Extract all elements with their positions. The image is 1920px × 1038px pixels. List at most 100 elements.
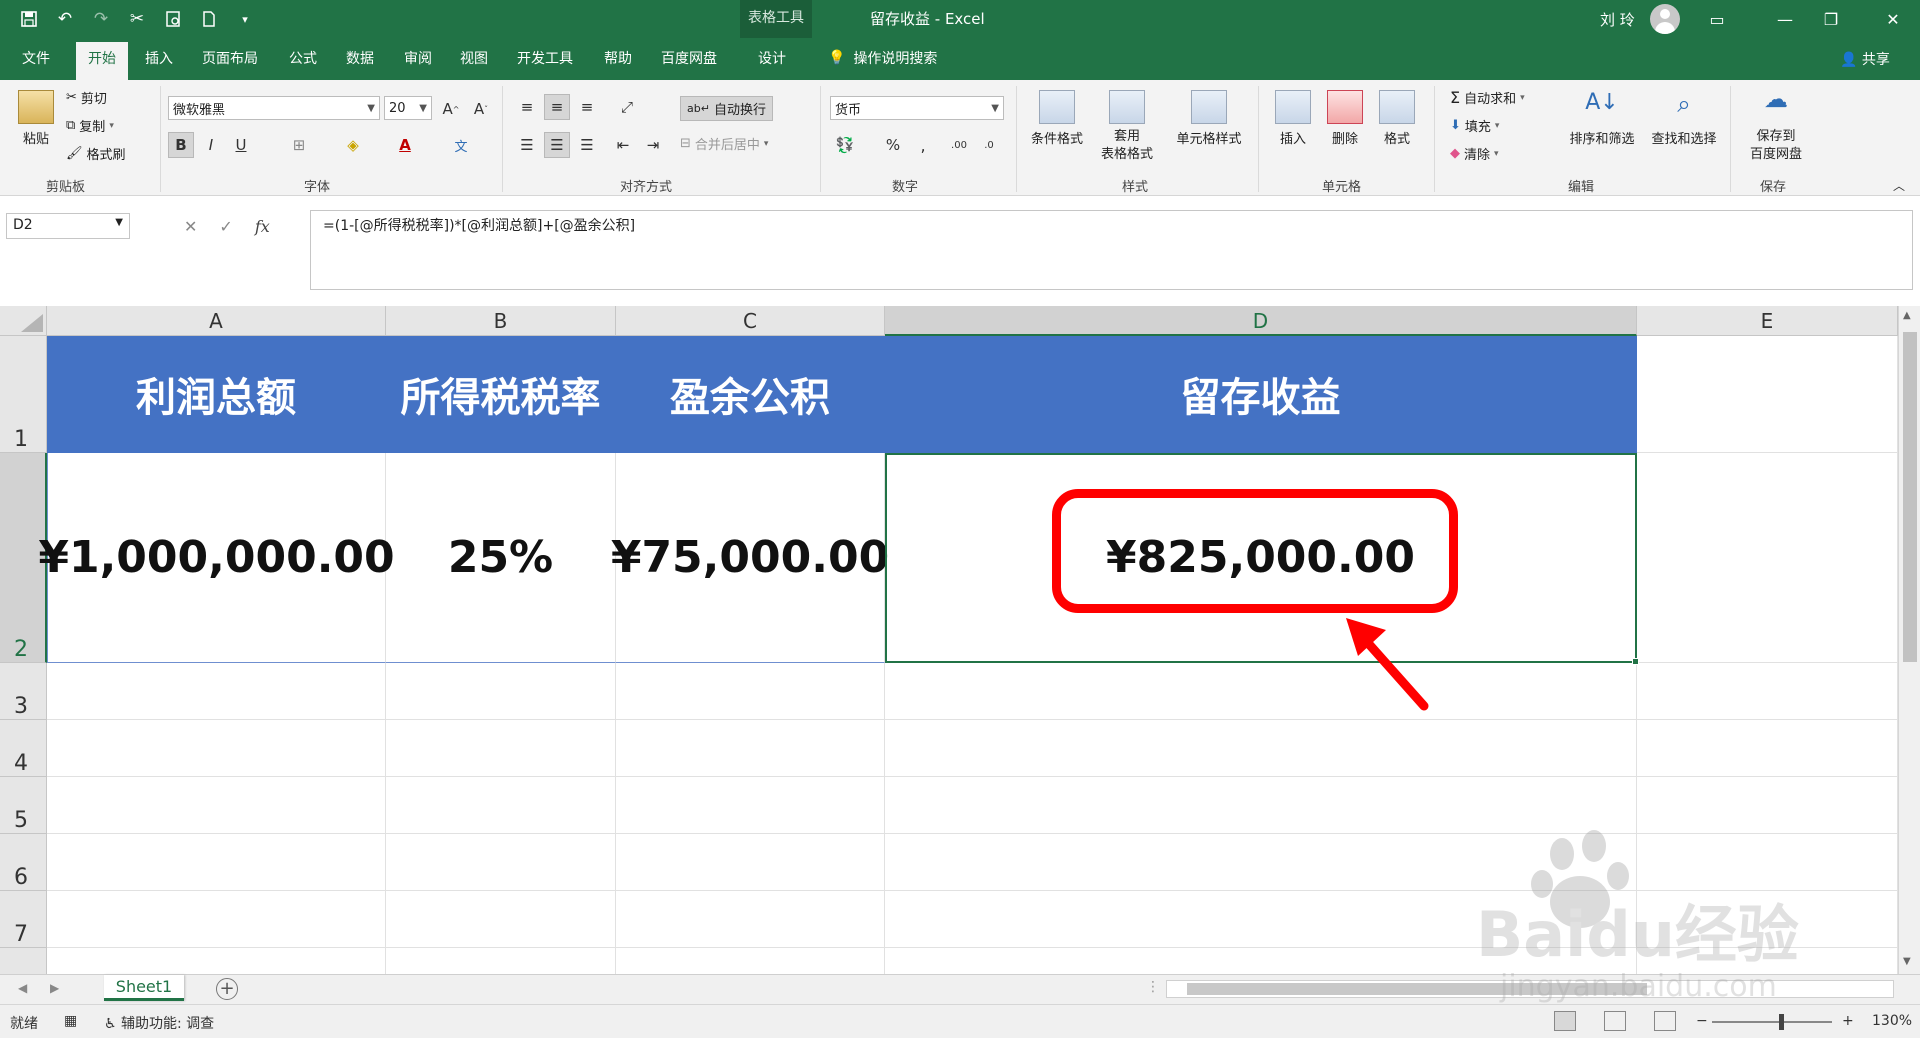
fill-button[interactable]: ⬇ 填充 ▾ <box>1450 116 1499 135</box>
format-cells-button[interactable]: 格式 <box>1374 90 1420 147</box>
phonetic-icon[interactable]: 文 <box>448 132 474 158</box>
align-middle-icon[interactable]: ≡ <box>544 94 570 120</box>
minimize-icon[interactable]: — <box>1762 0 1808 38</box>
cell-c1[interactable]: 盈余公积 <box>616 336 885 453</box>
user-name[interactable]: 刘 玲 <box>1600 9 1635 30</box>
comma-style-icon[interactable]: , <box>910 132 936 158</box>
align-bottom-icon[interactable]: ≡ <box>574 94 600 120</box>
zoom-out-icon[interactable]: − <box>1696 1013 1708 1029</box>
orientation-icon[interactable]: ⤢ <box>614 94 640 120</box>
share-button[interactable]: 👤 共享 <box>1840 49 1890 69</box>
cell-a2[interactable]: ¥1,000,000.00 <box>38 453 395 663</box>
sort-filter-button[interactable]: A↓ 排序和筛选 <box>1562 90 1642 147</box>
insert-function-icon[interactable]: fx <box>255 217 270 236</box>
zoom-slider[interactable] <box>1712 1021 1832 1023</box>
vertical-scrollbar[interactable]: ▲ ▼ <box>1898 306 1920 974</box>
restore-icon[interactable]: ❐ <box>1808 0 1854 38</box>
fill-handle[interactable] <box>1632 658 1639 665</box>
decrease-font-icon[interactable]: Aˇ <box>468 96 494 122</box>
decrease-decimal-icon[interactable]: .0 <box>976 132 1002 158</box>
zoom-in-icon[interactable]: + <box>1842 1013 1854 1029</box>
enter-icon[interactable]: ✓ <box>219 217 232 236</box>
font-color-icon[interactable]: A <box>392 132 418 158</box>
tab-baidu-netdisk[interactable]: 百度网盘 <box>661 48 717 68</box>
macro-record-icon[interactable]: ▦ <box>64 1013 77 1029</box>
wrap-text-button[interactable]: ab↵ 自动换行 <box>680 96 773 121</box>
clear-button[interactable]: ◆ 清除 ▾ <box>1450 144 1499 163</box>
find-select-button[interactable]: ⌕ 查找和选择 <box>1642 90 1726 147</box>
cut-button[interactable]: ✂ 剪切 <box>66 88 107 107</box>
row-header-3[interactable]: 3 <box>0 663 47 720</box>
row-header-6[interactable]: 6 <box>0 834 47 891</box>
cell-b2[interactable]: 25% <box>386 453 616 663</box>
font-name-combo[interactable]: 微软雅黑 ▼ <box>168 96 380 120</box>
cell-c2[interactable]: ¥75,000.00 <box>611 453 889 663</box>
cell-e2[interactable] <box>1637 453 1898 663</box>
page-layout-view-icon[interactable] <box>1604 1011 1626 1031</box>
cell-e1[interactable] <box>1637 336 1898 453</box>
select-all-corner[interactable] <box>0 306 47 336</box>
row-header-8[interactable] <box>0 948 47 974</box>
sheet-tab-sheet1[interactable]: Sheet1 <box>104 975 184 1001</box>
tab-developer[interactable]: 开发工具 <box>517 48 573 68</box>
italic-icon[interactable]: I <box>198 132 224 158</box>
increase-indent-icon[interactable]: ⇥ <box>640 132 666 158</box>
undo-icon[interactable]: ↶ <box>50 6 80 32</box>
percent-style-icon[interactable]: % <box>880 132 906 158</box>
redo-icon[interactable]: ↷ <box>86 6 116 32</box>
user-avatar[interactable] <box>1650 4 1680 34</box>
sheet-prev-icon[interactable]: ◀ <box>18 981 27 995</box>
cancel-icon[interactable]: ✕ <box>184 217 197 236</box>
delete-cells-button[interactable]: 删除 <box>1322 90 1368 147</box>
tab-home[interactable]: 开始 <box>76 42 128 80</box>
bold-icon[interactable]: B <box>168 132 194 158</box>
align-left-icon[interactable]: ☰ <box>514 132 540 158</box>
format-as-table-button[interactable]: 套用 表格格式 <box>1090 90 1164 164</box>
align-right-icon[interactable]: ☰ <box>574 132 600 158</box>
zoom-slider-knob[interactable] <box>1779 1014 1784 1030</box>
sheet-next-icon[interactable]: ▶ <box>50 981 59 995</box>
tab-data[interactable]: 数据 <box>346 48 374 68</box>
customize-qat-icon[interactable]: ▾ <box>230 6 260 32</box>
borders-icon[interactable]: ⊞ <box>286 132 312 158</box>
copy-button[interactable]: ⧉ 复制 ▾ <box>66 116 114 135</box>
insert-cells-button[interactable]: 插入 <box>1270 90 1316 147</box>
autosum-button[interactable]: Σ 自动求和 ▾ <box>1450 88 1525 107</box>
paste-button[interactable]: 粘贴 <box>14 90 58 147</box>
format-painter-button[interactable]: 🖌 格式刷 <box>66 144 126 163</box>
ribbon-display-options-icon[interactable]: ▭ <box>1694 0 1740 38</box>
tell-me-search[interactable]: 💡 操作说明搜索 <box>828 48 937 68</box>
page-break-view-icon[interactable] <box>1654 1011 1676 1031</box>
column-header-c[interactable]: C <box>616 306 885 336</box>
row-header-4[interactable]: 4 <box>0 720 47 777</box>
tab-view[interactable]: 视图 <box>460 48 488 68</box>
tab-help[interactable]: 帮助 <box>604 48 632 68</box>
increase-font-icon[interactable]: A ^ <box>438 96 464 122</box>
save-to-baidu-button[interactable]: ☁ 保存到 百度网盘 <box>1740 87 1812 164</box>
name-box[interactable]: D2 ▼ <box>6 213 130 239</box>
formula-input[interactable]: =(1-[@所得税税率])*[@利润总额]+[@盈余公积] <box>310 210 1913 290</box>
cell-a1[interactable]: 利润总额 <box>47 336 386 453</box>
column-header-d[interactable]: D <box>885 306 1637 336</box>
conditional-formatting-button[interactable]: 条件格式 <box>1024 90 1090 147</box>
font-size-combo[interactable]: 20 ▼ <box>384 96 432 120</box>
split-handle-icon[interactable]: ⋮ <box>1146 979 1160 995</box>
align-top-icon[interactable]: ≡ <box>514 94 540 120</box>
align-center-icon[interactable]: ☰ <box>544 132 570 158</box>
print-preview-icon[interactable] <box>158 6 188 32</box>
tab-page-layout[interactable]: 页面布局 <box>202 48 258 68</box>
accounting-format-icon[interactable]: 💱 <box>832 132 858 158</box>
cell-d1[interactable]: 留存收益 <box>885 336 1637 453</box>
column-header-a[interactable]: A <box>47 306 386 336</box>
accessibility-status[interactable]: ♿ 辅助功能: 调查 <box>104 1013 214 1033</box>
normal-view-icon[interactable] <box>1554 1011 1576 1031</box>
fill-color-icon[interactable]: ◈ <box>340 132 366 158</box>
merge-center-button[interactable]: ⊟ 合并后居中 ▾ <box>680 134 768 153</box>
scroll-down-icon[interactable]: ▼ <box>1903 956 1911 967</box>
close-icon[interactable]: ✕ <box>1870 0 1916 38</box>
underline-icon[interactable]: U <box>228 132 254 158</box>
zoom-level[interactable]: 130% <box>1872 1013 1912 1029</box>
cell-styles-button[interactable]: 单元格样式 <box>1168 90 1250 147</box>
tab-insert[interactable]: 插入 <box>145 48 173 68</box>
tab-file[interactable]: 文件 <box>22 48 50 68</box>
